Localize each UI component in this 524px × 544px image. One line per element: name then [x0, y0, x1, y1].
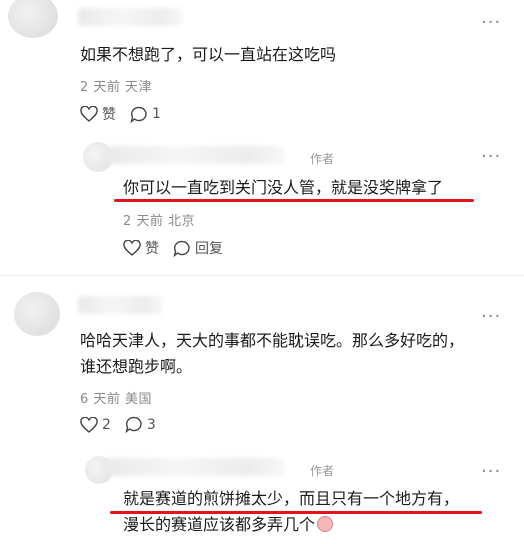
reply-button[interactable]: 1	[130, 106, 161, 123]
comment-meta: 2 天前 天津	[80, 80, 153, 95]
more-options-button[interactable]: ···	[481, 14, 501, 32]
more-options-button[interactable]: ···	[481, 148, 501, 166]
author-tag: 作者	[310, 152, 335, 166]
reply-button[interactable]: 3	[125, 416, 156, 433]
comment-actions: 2 3	[80, 416, 170, 433]
like-button[interactable]: 赞	[123, 238, 159, 258]
reply-count: 1	[152, 106, 161, 122]
reply-text-line-2: 漫长的赛道应该都多弄几个	[123, 512, 334, 537]
piggy-emoji-icon	[317, 516, 334, 532]
like-label: 赞	[145, 241, 159, 257]
username-blurred[interactable]	[105, 458, 285, 476]
heart-icon	[123, 240, 141, 256]
avatar[interactable]	[8, 0, 58, 38]
comment-text-line-2: 谁还想跑步啊。	[80, 357, 193, 376]
reply-text: 你可以一直吃到关门没人管，就是没奖牌拿了	[123, 178, 444, 197]
avatar[interactable]	[14, 292, 60, 336]
heart-icon	[80, 416, 98, 433]
reply-button[interactable]: 回复	[173, 238, 223, 258]
like-label: 赞	[102, 107, 116, 123]
comment-text: 如果不想跑了，可以一直站在这吃吗	[80, 45, 337, 64]
like-button[interactable]: 赞	[80, 104, 116, 124]
comment-actions: 赞 1	[80, 104, 175, 124]
reply-meta: 2 天前 北京	[123, 214, 196, 229]
more-options-button[interactable]: ···	[481, 308, 501, 326]
author-tag: 作者	[310, 464, 335, 478]
divider	[0, 275, 524, 276]
reply-text-line-2-content: 漫长的赛道应该都多弄几个	[123, 515, 316, 534]
reply-text-line-1: 就是赛道的煎饼摊太少，而且只有一个地方有，	[123, 489, 460, 508]
username-blurred[interactable]	[105, 146, 285, 164]
comment-meta: 6 天前 美国	[80, 392, 153, 407]
comment-bubble-icon	[125, 416, 142, 433]
comment-bubble-icon	[130, 106, 147, 123]
comment-text-line-1: 哈哈天津人，天大的事都不能耽误吃。那么多好吃的，	[80, 331, 465, 350]
heart-icon	[80, 106, 98, 122]
like-button[interactable]: 2	[80, 416, 111, 433]
reply-count: 3	[146, 416, 156, 433]
reply-label: 回复	[195, 241, 223, 257]
username-blurred[interactable]	[78, 296, 163, 314]
highlight-underline	[114, 199, 474, 202]
username-blurred[interactable]	[78, 8, 183, 26]
reply-actions: 赞 回复	[123, 238, 237, 258]
like-count: 2	[102, 416, 111, 433]
more-options-button[interactable]: ···	[481, 463, 501, 481]
comment-bubble-icon	[173, 240, 190, 257]
